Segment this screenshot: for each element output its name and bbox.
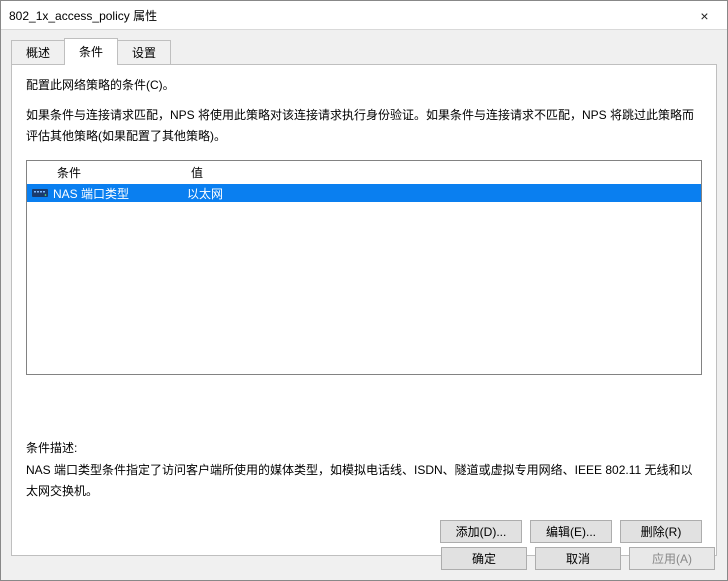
instructions: 配置此网络策略的条件(C)。 如果条件与连接请求匹配，NPS 将使用此策略对该连… bbox=[26, 75, 702, 146]
condition-description: 条件描述: NAS 端口类型条件指定了访问客户端所使用的媒体类型，如模拟电话线、… bbox=[26, 439, 702, 501]
list-header: 条件 值 bbox=[27, 161, 701, 184]
tab-strip: 概述 条件 设置 bbox=[11, 38, 717, 65]
list-row[interactable]: NAS 端口类型 以太网 bbox=[27, 184, 701, 202]
row-value: 以太网 bbox=[187, 185, 701, 202]
edit-button[interactable]: 编辑(E)... bbox=[530, 520, 612, 543]
row-condition: NAS 端口类型 bbox=[53, 185, 187, 202]
tab-page-conditions: 配置此网络策略的条件(C)。 如果条件与连接请求匹配，NPS 将使用此策略对该连… bbox=[11, 64, 717, 556]
window-title: 802_1x_access_policy 属性 bbox=[9, 7, 157, 24]
dialog-body: 概述 条件 设置 配置此网络策略的条件(C)。 如果条件与连接请求匹配，NPS … bbox=[1, 30, 727, 556]
description-label: 条件描述: bbox=[26, 439, 702, 456]
dialog-buttons: 确定 取消 应用(A) bbox=[441, 547, 715, 570]
apply-button[interactable]: 应用(A) bbox=[629, 547, 715, 570]
cancel-button[interactable]: 取消 bbox=[535, 547, 621, 570]
ok-button[interactable]: 确定 bbox=[441, 547, 527, 570]
instructions-line1: 配置此网络策略的条件(C)。 bbox=[26, 75, 702, 95]
tab-conditions[interactable]: 条件 bbox=[64, 38, 118, 65]
properties-dialog: 802_1x_access_policy 属性 × 概述 条件 设置 配置此网络… bbox=[0, 0, 728, 581]
header-condition[interactable]: 条件 bbox=[27, 164, 187, 181]
nas-icon bbox=[27, 187, 53, 199]
titlebar: 802_1x_access_policy 属性 × bbox=[1, 1, 727, 30]
tab-settings[interactable]: 设置 bbox=[117, 40, 171, 67]
tab-overview[interactable]: 概述 bbox=[11, 40, 65, 67]
conditions-list[interactable]: 条件 值 NAS 端口类型 bbox=[26, 160, 702, 375]
close-button[interactable]: × bbox=[682, 1, 727, 30]
description-text: NAS 端口类型条件指定了访问客户端所使用的媒体类型，如模拟电话线、ISDN、隧… bbox=[26, 460, 702, 501]
condition-buttons: 添加(D)... 编辑(E)... 删除(R) bbox=[440, 520, 702, 543]
header-value[interactable]: 值 bbox=[187, 164, 701, 181]
instructions-line2: 如果条件与连接请求匹配，NPS 将使用此策略对该连接请求执行身份验证。如果条件与… bbox=[26, 105, 702, 146]
add-button[interactable]: 添加(D)... bbox=[440, 520, 522, 543]
remove-button[interactable]: 删除(R) bbox=[620, 520, 702, 543]
close-icon: × bbox=[700, 8, 708, 24]
